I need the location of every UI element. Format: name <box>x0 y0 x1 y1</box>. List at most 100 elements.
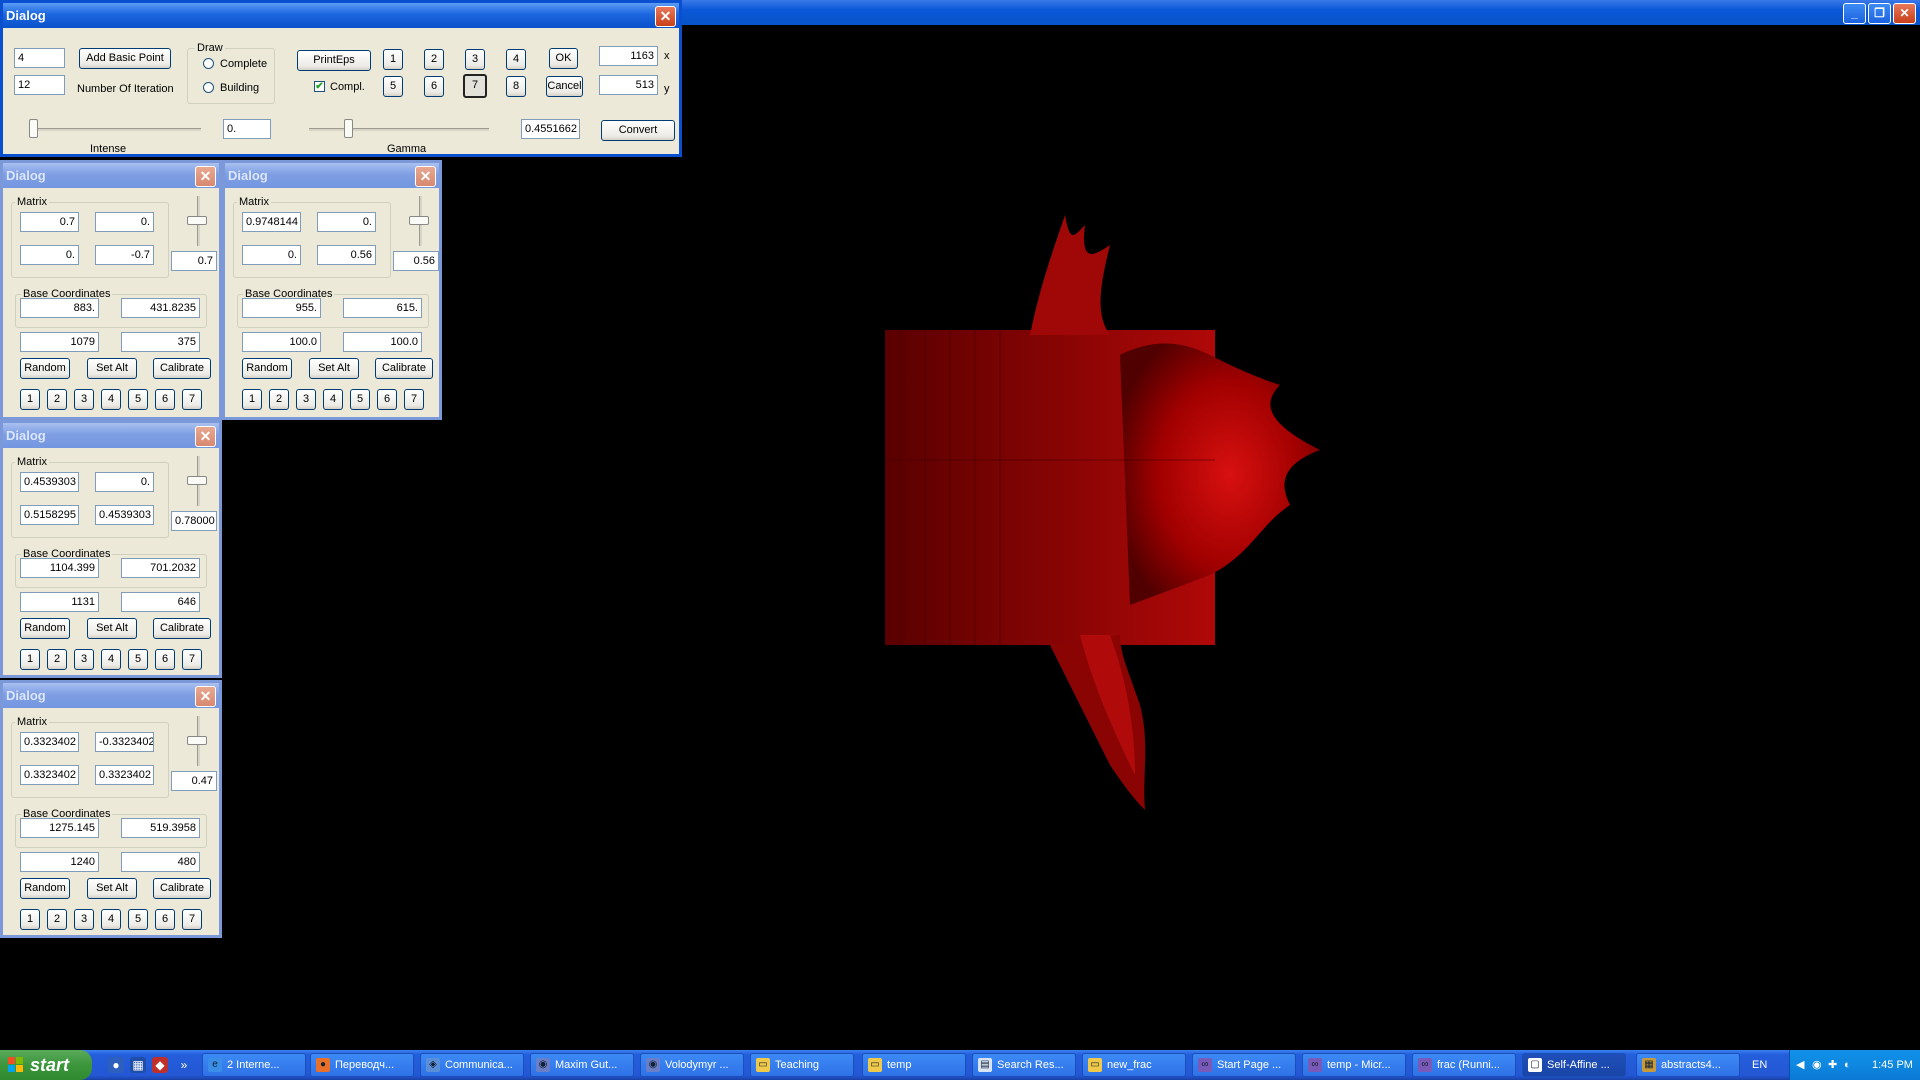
base-x-input[interactable]: 883. <box>20 298 99 318</box>
coord-x-input[interactable]: 1079 <box>20 332 99 352</box>
taskbar-button[interactable]: ◉ Maxim Gut... <box>530 1053 634 1077</box>
random-button[interactable]: Random <box>20 358 70 379</box>
scale-slider-thumb[interactable] <box>187 736 207 745</box>
scale-value-input[interactable]: 0.7 <box>171 251 217 271</box>
preset-button-1[interactable]: 1 <box>383 49 403 70</box>
iterations-input[interactable]: 12 <box>14 75 65 95</box>
base-y-input[interactable]: 519.3958 <box>121 818 200 838</box>
quick-launch-app-icon[interactable]: ◆ <box>152 1057 168 1073</box>
matrix-b-input[interactable]: 0. <box>95 472 154 492</box>
transform-dialog-titlebar[interactable]: Dialog ✕ <box>225 163 439 188</box>
preset-button-6[interactable]: 6 <box>424 76 444 97</box>
scale-slider-thumb[interactable] <box>409 216 429 225</box>
random-button[interactable]: Random <box>20 878 70 899</box>
tray-volume-icon[interactable]: ◐ <box>1844 1050 1851 1080</box>
matrix-d-input[interactable]: -0.7 <box>95 245 154 265</box>
scale-slider-thumb[interactable] <box>187 476 207 485</box>
matrix-b-input[interactable]: 0. <box>317 212 376 232</box>
preset-button-3[interactable]: 3 <box>74 389 94 410</box>
convert-button[interactable]: Convert <box>601 120 675 141</box>
preset-button-7[interactable]: 7 <box>182 649 202 670</box>
print-eps-button[interactable]: PrintEps <box>297 50 371 71</box>
preset-button-5[interactable]: 5 <box>128 909 148 930</box>
y-coordinate-input[interactable]: 513 <box>599 75 658 95</box>
preset-button-7[interactable]: 7 <box>182 389 202 410</box>
taskbar-button[interactable]: ∞ temp - Micr... <box>1302 1053 1406 1077</box>
draw-complete-label[interactable]: Complete <box>220 58 267 70</box>
quick-launch-messenger-icon[interactable]: ● <box>108 1057 124 1073</box>
base-y-input[interactable]: 701.2032 <box>121 558 200 578</box>
clock[interactable]: 1:45 PM <box>1872 1050 1913 1080</box>
preset-button-6[interactable]: 6 <box>155 649 175 670</box>
close-icon[interactable]: ✕ <box>415 166 436 187</box>
taskbar-button[interactable]: ▭ new_frac <box>1082 1053 1186 1077</box>
preset-button-7[interactable]: 7 <box>463 74 487 98</box>
draw-building-radio[interactable] <box>203 82 214 93</box>
transform-dialog-titlebar[interactable]: Dialog ✕ <box>3 683 219 708</box>
basic-point-count-input[interactable]: 4 <box>14 48 65 68</box>
gamma-value-input[interactable]: 0.4551662 <box>521 119 580 139</box>
preset-button-5[interactable]: 5 <box>128 649 148 670</box>
preset-button-7[interactable]: 7 <box>182 909 202 930</box>
preset-button-3[interactable]: 3 <box>74 649 94 670</box>
random-button[interactable]: Random <box>20 618 70 639</box>
preset-button-4[interactable]: 4 <box>506 49 526 70</box>
matrix-b-input[interactable]: 0. <box>95 212 154 232</box>
scale-value-input[interactable]: 0.78000 <box>171 511 217 531</box>
taskbar-button[interactable]: e 2 Interne... <box>202 1053 306 1077</box>
preset-button-4[interactable]: 4 <box>101 389 121 410</box>
preset-button-5[interactable]: 5 <box>383 76 403 97</box>
set-alt-button[interactable]: Set Alt <box>87 618 137 639</box>
base-x-input[interactable]: 1104.399 <box>20 558 99 578</box>
taskbar-button[interactable]: ● Переводч... <box>310 1053 414 1077</box>
start-button[interactable]: start <box>0 1050 92 1080</box>
base-y-input[interactable]: 615. <box>343 298 422 318</box>
close-icon[interactable]: ✕ <box>195 426 216 447</box>
preset-button-6[interactable]: 6 <box>155 389 175 410</box>
calibrate-button[interactable]: Calibrate <box>153 358 211 379</box>
preset-button-5[interactable]: 5 <box>350 389 370 410</box>
matrix-a-input[interactable]: 0.7 <box>20 212 79 232</box>
close-icon[interactable]: ✕ <box>195 166 216 187</box>
matrix-d-input[interactable]: 0.56 <box>317 245 376 265</box>
taskbar-button[interactable]: ∞ Start Page ... <box>1192 1053 1296 1077</box>
matrix-d-input[interactable]: 0.4539303 <box>95 505 154 525</box>
matrix-c-input[interactable]: 0. <box>242 245 301 265</box>
preset-button-2[interactable]: 2 <box>47 389 67 410</box>
random-button[interactable]: Random <box>242 358 292 379</box>
tray-security-icon[interactable]: ✚ <box>1828 1050 1837 1080</box>
preset-button-2[interactable]: 2 <box>47 649 67 670</box>
x-coordinate-input[interactable]: 1163 <box>599 46 658 66</box>
cancel-button[interactable]: Cancel <box>546 76 583 97</box>
restore-icon[interactable]: ❐ <box>1868 3 1891 24</box>
preset-button-1[interactable]: 1 <box>20 389 40 410</box>
coord-x-input[interactable]: 100.0 <box>242 332 321 352</box>
scale-value-input[interactable]: 0.47 <box>171 771 217 791</box>
matrix-d-input[interactable]: 0.3323402 <box>95 765 154 785</box>
preset-button-4[interactable]: 4 <box>101 909 121 930</box>
quick-launch-desktop-icon[interactable]: ▦ <box>130 1057 146 1073</box>
close-icon[interactable]: ✕ <box>1893 3 1916 24</box>
matrix-a-input[interactable]: 0.4539303 <box>20 472 79 492</box>
compl-checkbox[interactable]: ✔ <box>314 81 325 92</box>
preset-button-4[interactable]: 4 <box>323 389 343 410</box>
close-icon[interactable]: ✕ <box>195 686 216 707</box>
intense-value-input[interactable]: 0. <box>223 119 271 139</box>
preset-button-8[interactable]: 8 <box>506 76 526 97</box>
taskbar-button[interactable]: ▢ Self-Affine ... <box>1522 1053 1626 1077</box>
draw-complete-radio[interactable] <box>203 58 214 69</box>
intense-slider-thumb[interactable] <box>29 119 38 138</box>
set-alt-button[interactable]: Set Alt <box>87 878 137 899</box>
base-x-input[interactable]: 1275.145 <box>20 818 99 838</box>
taskbar-button[interactable]: ∞ frac (Runni... <box>1412 1053 1516 1077</box>
preset-button-6[interactable]: 6 <box>155 909 175 930</box>
preset-button-7[interactable]: 7 <box>404 389 424 410</box>
taskbar-button[interactable]: ◈ Communica... <box>420 1053 524 1077</box>
preset-button-2[interactable]: 2 <box>47 909 67 930</box>
calibrate-button[interactable]: Calibrate <box>375 358 433 379</box>
set-alt-button[interactable]: Set Alt <box>87 358 137 379</box>
base-y-input[interactable]: 431.8235 <box>121 298 200 318</box>
minimize-icon[interactable]: _ <box>1843 3 1866 24</box>
compl-label[interactable]: Compl. <box>330 81 365 93</box>
close-icon[interactable]: ✕ <box>655 6 676 27</box>
